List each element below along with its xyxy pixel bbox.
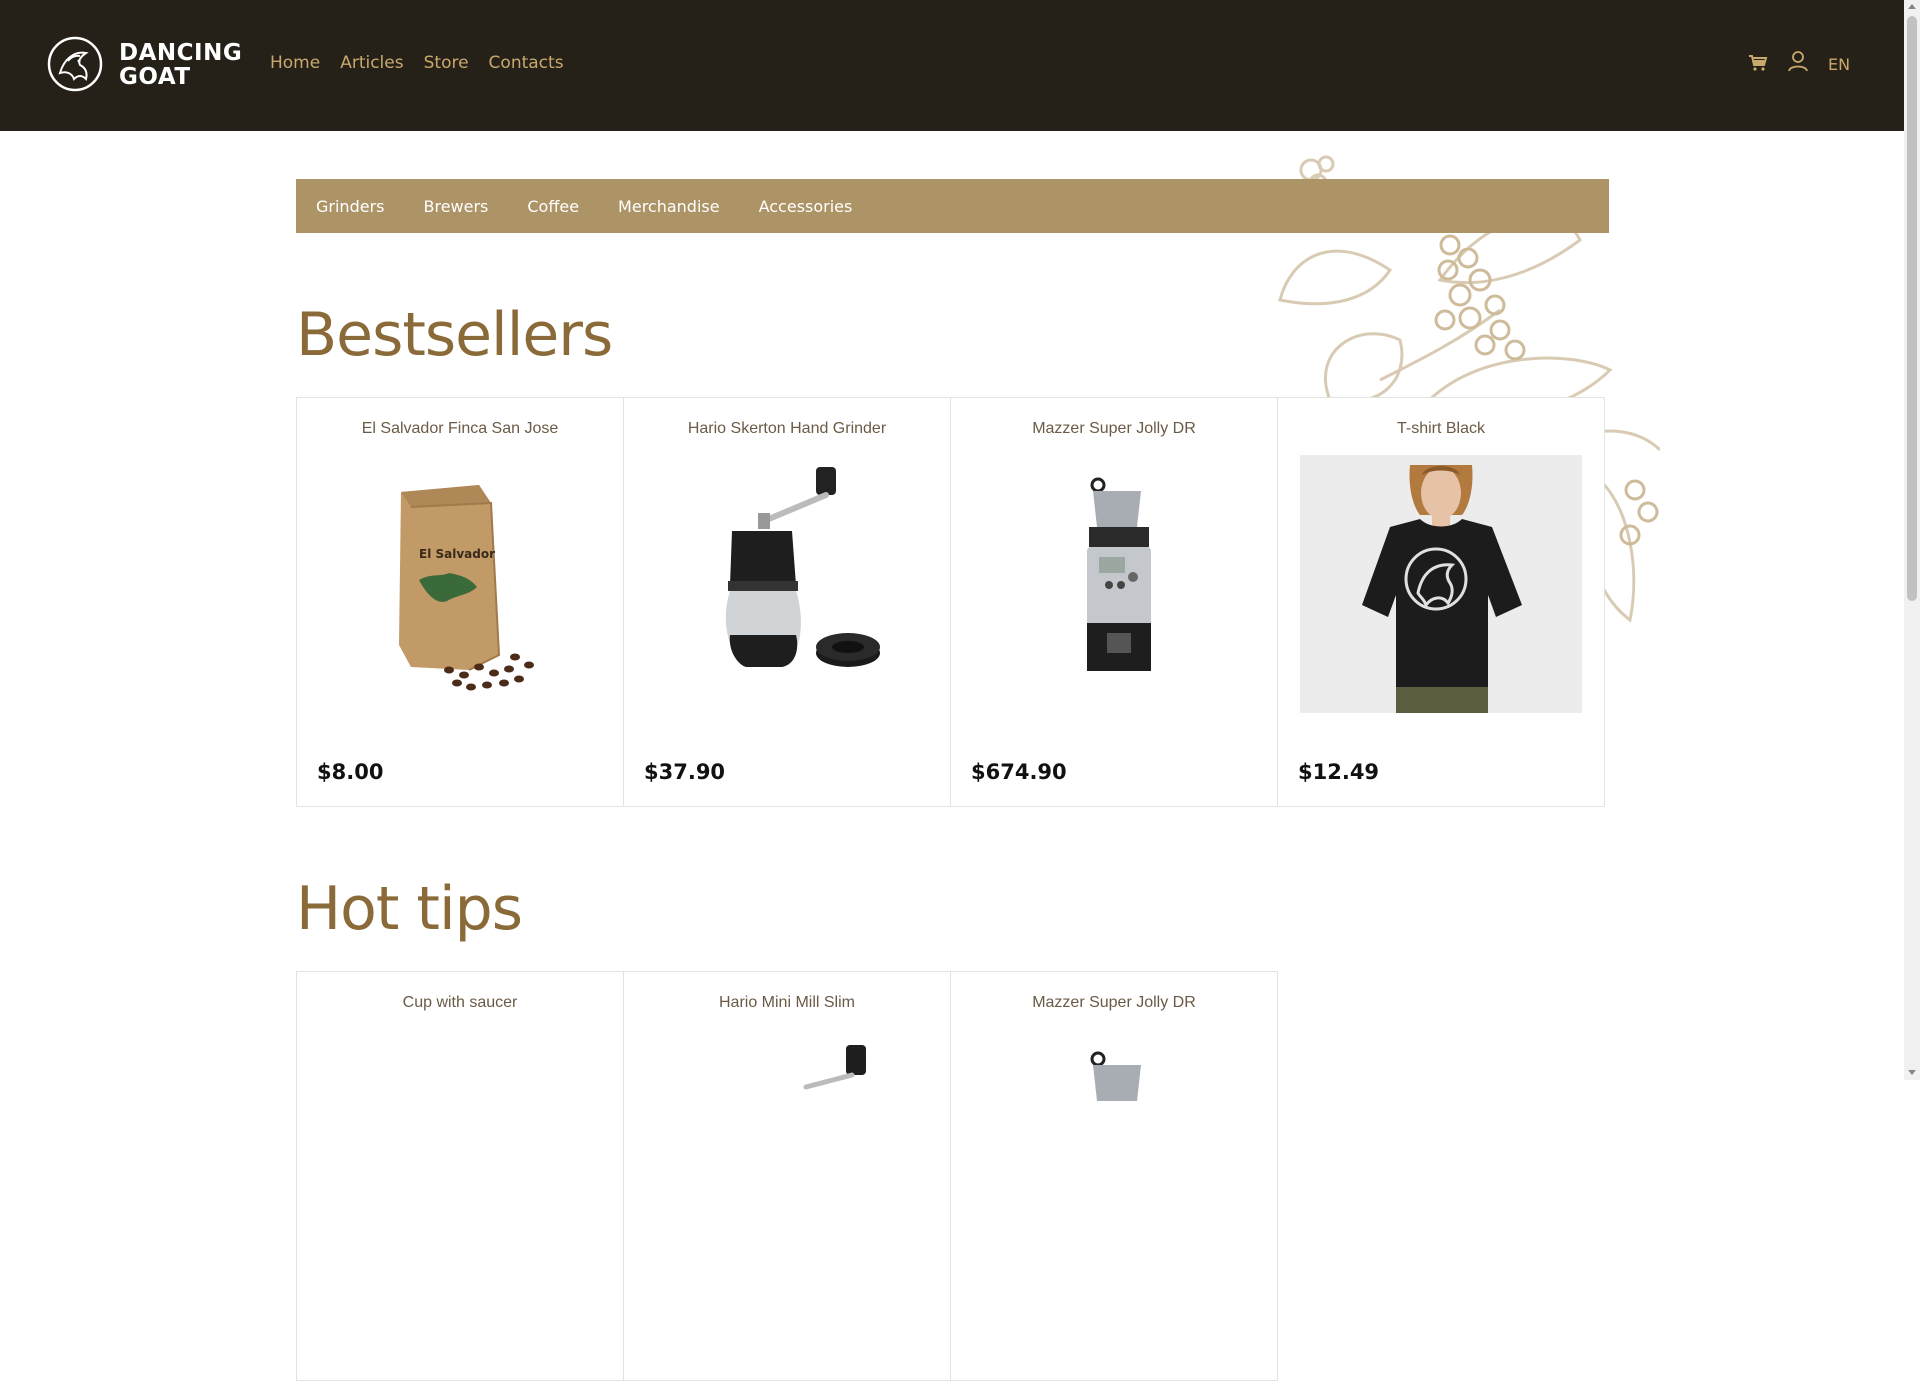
hand-grinder-image [725, 467, 880, 667]
product-card[interactable]: El Salvador Finca San Jose El Salvador $… [296, 397, 624, 807]
scrollbar-thumb[interactable] [1907, 16, 1917, 601]
hot-tips-grid: Cup with saucer Hario Mini Mill Slim Maz… [296, 971, 1278, 1381]
category-grinders[interactable]: Grinders [316, 197, 384, 216]
product-price: $674.90 [971, 760, 1067, 784]
category-merchandise[interactable]: Merchandise [618, 197, 720, 216]
product-card[interactable]: Mazzer Super Jolly DR $674.90 [950, 397, 1278, 807]
product-price: $37.90 [644, 760, 726, 784]
brand-name[interactable]: DANCING GOAT [119, 41, 242, 89]
site-header: DANCING GOAT Home Articles Store Contact… [0, 0, 1904, 131]
electric-grinder-image [1090, 1051, 1141, 1101]
product-card[interactable]: Hario Mini Mill Slim [623, 971, 951, 1381]
nav-home[interactable]: Home [270, 53, 320, 73]
svg-text:El Salvador: El Salvador [419, 547, 495, 561]
electric-grinder-image [1087, 477, 1151, 671]
page-scrollbar[interactable] [1904, 0, 1920, 1080]
nav-contacts[interactable]: Contacts [489, 53, 564, 73]
coffee-bag-image: El Salvador [399, 485, 534, 691]
category-brewers[interactable]: Brewers [423, 197, 488, 216]
tshirt-image [1300, 455, 1582, 713]
product-name[interactable]: Mazzer Super Jolly DR [951, 994, 1277, 1012]
nav-store[interactable]: Store [424, 53, 469, 73]
product-name[interactable]: Hario Skerton Hand Grinder [624, 420, 950, 438]
product-name[interactable]: T-shirt Black [1278, 420, 1604, 438]
brand-line-2: GOAT [119, 64, 191, 90]
hand-grinder-image [803, 1045, 866, 1090]
bestsellers-title: Bestsellers [296, 300, 613, 370]
product-card[interactable]: Hario Skerton Hand Grinder $37.90 [623, 397, 951, 807]
nav-articles[interactable]: Articles [340, 53, 403, 73]
product-name[interactable]: Cup with saucer [297, 994, 623, 1012]
category-bar: Grinders Brewers Coffee Merchandise Acce… [296, 179, 1609, 233]
bestsellers-grid: El Salvador Finca San Jose El Salvador $… [296, 397, 1605, 807]
brand-line-1: DANCING [119, 40, 243, 66]
product-card[interactable]: T-shirt Black $12.49 [1277, 397, 1605, 807]
category-accessories[interactable]: Accessories [759, 197, 853, 216]
cart-icon[interactable] [1748, 54, 1768, 72]
hot-tips-title: Hot tips [296, 874, 523, 944]
product-card[interactable]: Mazzer Super Jolly DR [950, 971, 1278, 1381]
language-selector[interactable]: EN [1828, 55, 1850, 74]
product-price: $8.00 [317, 760, 384, 784]
product-name[interactable]: Mazzer Super Jolly DR [951, 420, 1277, 438]
user-icon[interactable] [1787, 50, 1809, 72]
scroll-down-arrow-icon[interactable] [1908, 1070, 1916, 1075]
product-card[interactable]: Cup with saucer [296, 971, 624, 1381]
main-nav: Home Articles Store Contacts [270, 53, 564, 73]
dancing-goat-logo-icon[interactable] [46, 35, 104, 93]
product-name[interactable]: Hario Mini Mill Slim [624, 994, 950, 1012]
scroll-up-arrow-icon[interactable] [1908, 4, 1916, 9]
category-coffee[interactable]: Coffee [527, 197, 579, 216]
product-name[interactable]: El Salvador Finca San Jose [297, 420, 623, 438]
product-price: $12.49 [1298, 760, 1380, 784]
